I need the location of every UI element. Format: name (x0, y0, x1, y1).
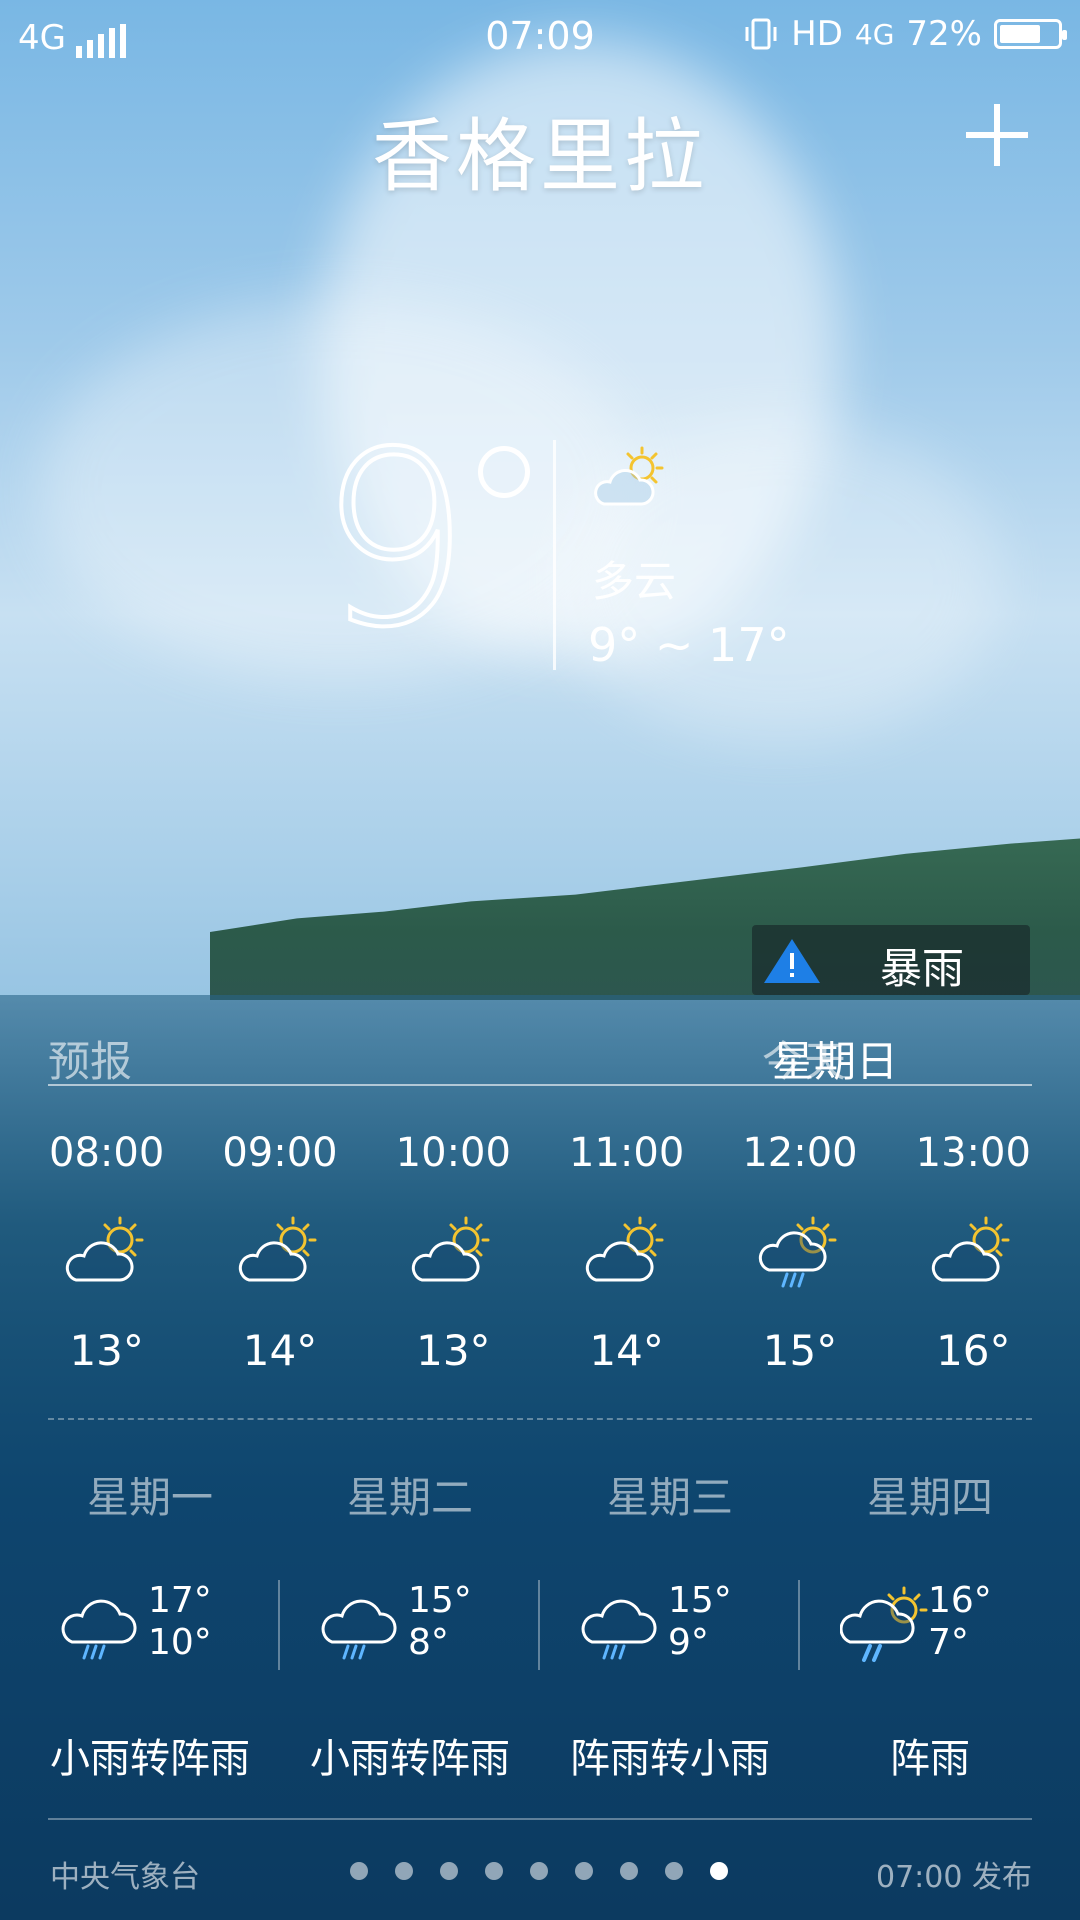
daily-condition: 阵雨 (890, 1736, 970, 1782)
sun-rain-icon (758, 1216, 837, 1288)
daily-item: 星期四 16° 7° 阵雨 (800, 1456, 1060, 1782)
hourly-temp: 14° (589, 1326, 664, 1375)
daily-low: 8° (408, 1622, 449, 1663)
partly-cloudy-icon (932, 1216, 1010, 1282)
page-dot[interactable] (440, 1862, 458, 1880)
network-right-label: 4G (854, 17, 895, 51)
degree-symbol (478, 446, 530, 498)
hourly-time: 12:00 (742, 1130, 858, 1176)
daily-high: 15° (668, 1580, 732, 1621)
daily-low: 10° (148, 1622, 212, 1663)
current-condition: 多云 (592, 557, 677, 606)
hd-label: HD (791, 14, 843, 54)
current-divider (553, 440, 556, 670)
page-dot[interactable] (350, 1862, 368, 1880)
daily-item: 星期三 15° 9° 阵雨转小雨 (540, 1456, 800, 1782)
daily-weekday: 星期三 (606, 1473, 733, 1522)
rain-cloud-icon (61, 1599, 137, 1660)
daily-low: 9° (668, 1622, 709, 1663)
page-dot[interactable] (575, 1862, 593, 1880)
hourly-item: 11:00 14° (540, 1130, 713, 1375)
hourly-item: 09:00 14° (193, 1130, 366, 1375)
hourly-time: 09:00 (222, 1130, 338, 1176)
status-right: HD 4G 72% (743, 14, 1067, 54)
daily-weekday: 星期四 (866, 1473, 993, 1522)
partly-cloudy-icon (412, 1216, 490, 1282)
daily-weekday: 星期二 (346, 1473, 473, 1522)
current-range: 9° ~ 17° (588, 618, 790, 672)
rain-cloud-icon (321, 1599, 397, 1660)
hourly-temp: 13° (416, 1326, 491, 1375)
daily-item: 星期二 15° 8° 小雨转阵雨 (280, 1456, 540, 1782)
hourly-temp: 15° (762, 1326, 838, 1375)
page-dot[interactable] (710, 1862, 728, 1880)
partly-cloudy-icon (65, 1216, 144, 1282)
hourly-item: 12:00 15° (713, 1130, 886, 1375)
partly-cloudy-icon (585, 1216, 664, 1282)
hourly-item: 13:00 16° (887, 1130, 1060, 1375)
vibrate-icon (745, 18, 777, 50)
page-dot[interactable] (530, 1862, 548, 1880)
hourly-temp: 13° (69, 1326, 144, 1375)
daily-item: 星期一 17° 10° 小雨转阵雨 (20, 1456, 280, 1782)
city-title[interactable]: 香格里拉 (0, 92, 1080, 208)
battery-percent: 72% (906, 14, 982, 54)
battery-icon (994, 19, 1067, 49)
daily-forecast: 星期一 17° 10° 小雨转阵雨 星期二 15° 8° 小雨转阵雨 星期三 1… (20, 1456, 1060, 1782)
weather-alert-button[interactable]: 暴雨 (752, 925, 1030, 995)
page-indicator[interactable] (350, 1862, 728, 1880)
hourly-temp: 14° (242, 1326, 318, 1375)
hourly-time: 13:00 (915, 1130, 1031, 1176)
page-dot[interactable] (485, 1862, 503, 1880)
daily-high: 16° (928, 1580, 992, 1621)
hourly-item: 08:00 13° (20, 1130, 193, 1375)
daily-weekday: 星期一 (86, 1473, 213, 1522)
warning-icon (764, 939, 820, 983)
dashed-divider (48, 1418, 1032, 1420)
page-dot[interactable] (620, 1862, 638, 1880)
sun-rain-icon (840, 1586, 928, 1662)
battery-fill (1000, 25, 1041, 43)
daily-condition: 小雨转阵雨 (50, 1736, 250, 1782)
daily-low: 7° (928, 1622, 969, 1663)
hourly-time: 10:00 (395, 1130, 511, 1176)
rain-cloud-icon (581, 1599, 657, 1660)
data-source: 中央气象台 (50, 1860, 200, 1895)
current-temperature: 9 (316, 400, 473, 680)
daily-condition: 小雨转阵雨 (310, 1736, 510, 1782)
daily-high: 15° (408, 1580, 472, 1621)
forecast-title: 预报 (48, 1037, 133, 1086)
page-dot[interactable] (665, 1862, 683, 1880)
publish-time: 07:00 发布 (876, 1860, 1032, 1895)
daily-high: 17° (148, 1580, 212, 1621)
hourly-forecast: 08:00 13° 09:00 14° 10:00 13° 11:00 14° … (20, 1130, 1060, 1375)
footer-divider (48, 1818, 1032, 1820)
forecast-header: 预报 今天 星期日 (48, 1022, 1032, 1086)
hourly-temp: 16° (936, 1326, 1011, 1375)
hourly-time: 11:00 (569, 1130, 685, 1176)
partly-cloudy-icon (238, 1216, 317, 1282)
hourly-item: 10:00 13° (367, 1130, 540, 1375)
status-bar: 4G 07:09 HD 4G 72% (0, 0, 1080, 68)
page-dot[interactable] (395, 1862, 413, 1880)
hourly-time: 08:00 (49, 1130, 165, 1176)
alert-label: 暴雨 (880, 944, 965, 993)
daily-condition: 阵雨转小雨 (570, 1736, 770, 1782)
partly-cloudy-icon (594, 446, 664, 506)
add-city-button[interactable] (962, 100, 1032, 170)
